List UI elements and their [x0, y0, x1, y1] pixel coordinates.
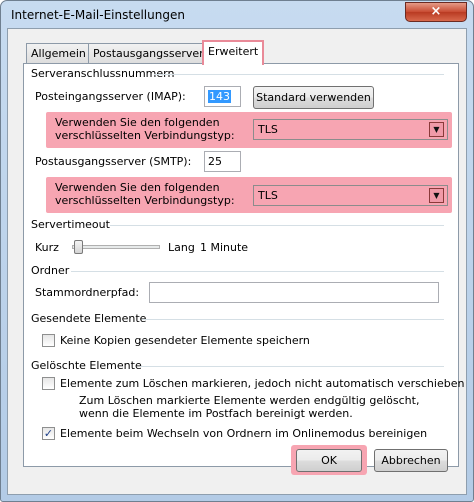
encryption-type-value-2: TLS — [258, 189, 278, 202]
chevron-down-icon[interactable]: ▼ — [429, 122, 444, 137]
mark-for-deletion-label: Elemente zum Löschen markieren, jedoch n… — [60, 377, 465, 390]
timeout-slider-track[interactable] — [72, 245, 160, 249]
no-copies-label: Keine Kopien gesendeter Elemente speiche… — [60, 334, 310, 347]
imap-port-value: 143 — [208, 90, 231, 103]
encryption-type-value-1: TLS — [258, 123, 278, 136]
chevron-down-icon[interactable]: ▼ — [429, 188, 444, 203]
smtp-port-input[interactable]: 25 — [204, 151, 241, 172]
encryption-label-2: Verwenden Sie den folgenden verschlüssel… — [55, 181, 235, 207]
mark-for-deletion-note: Zum Löschen markierte Elemente werden en… — [79, 394, 420, 420]
group-label-server-ports: Serveranschlussnummern — [31, 67, 175, 80]
no-copies-checkbox[interactable] — [42, 334, 55, 347]
group-label-deleted-items: Gelöschte Elemente — [31, 359, 142, 372]
timeout-short-label: Kurz — [35, 241, 59, 254]
tab-panel-erweitert: Serveranschlussnummern Posteingangsserve… — [23, 63, 464, 467]
imap-port-label: Posteingangsserver (IMAP): — [35, 90, 186, 103]
dialog-client-area: Allgemein Postausgangsserver Erweitert S… — [7, 28, 467, 495]
timeout-long-label: Lang — [168, 241, 195, 254]
group-divider — [110, 225, 444, 226]
group-divider — [142, 319, 444, 320]
encryption-label-1: Verwenden Sie den folgenden verschlüssel… — [55, 116, 235, 142]
use-default-button[interactable]: Standard verwenden — [253, 86, 374, 109]
ok-button[interactable]: OK — [296, 449, 362, 472]
group-divider — [71, 271, 444, 272]
window-title: Internet-E-Mail-Einstellungen — [11, 8, 185, 22]
encryption-type-select-2[interactable]: TLS — [253, 185, 448, 206]
close-button[interactable]: × — [405, 2, 467, 22]
encryption-type-select-1[interactable]: TLS — [253, 119, 448, 140]
purge-on-switch-checkbox[interactable]: ✓ — [42, 427, 55, 440]
root-folder-label: Stammordnerpfad: — [35, 286, 140, 299]
dialog-window: Internet-E-Mail-Einstellungen × Allgemei… — [0, 0, 474, 502]
tab-erweitert[interactable]: Erweitert — [202, 40, 265, 65]
group-label-timeout: Servertimeout — [31, 218, 110, 231]
timeout-slider-thumb[interactable] — [74, 240, 83, 254]
smtp-port-label: Postausgangsserver (SMTP): — [35, 155, 192, 168]
group-divider — [154, 74, 444, 75]
cancel-button[interactable]: Abbrechen — [374, 449, 448, 472]
group-label-sent-items: Gesendete Elemente — [31, 312, 147, 325]
root-folder-input[interactable] — [149, 282, 439, 303]
imap-port-input[interactable]: 143 — [204, 86, 241, 107]
group-divider — [140, 366, 444, 367]
timeout-value: 1 Minute — [200, 241, 249, 254]
tab-postausgangsserver[interactable]: Postausgangsserver — [88, 43, 209, 64]
tab-allgemein[interactable]: Allgemein — [26, 43, 91, 64]
purge-on-switch-label: Elemente beim Wechseln von Ordnern im On… — [60, 427, 428, 440]
group-label-folders: Ordner — [31, 264, 70, 277]
mark-for-deletion-checkbox[interactable] — [42, 377, 55, 390]
